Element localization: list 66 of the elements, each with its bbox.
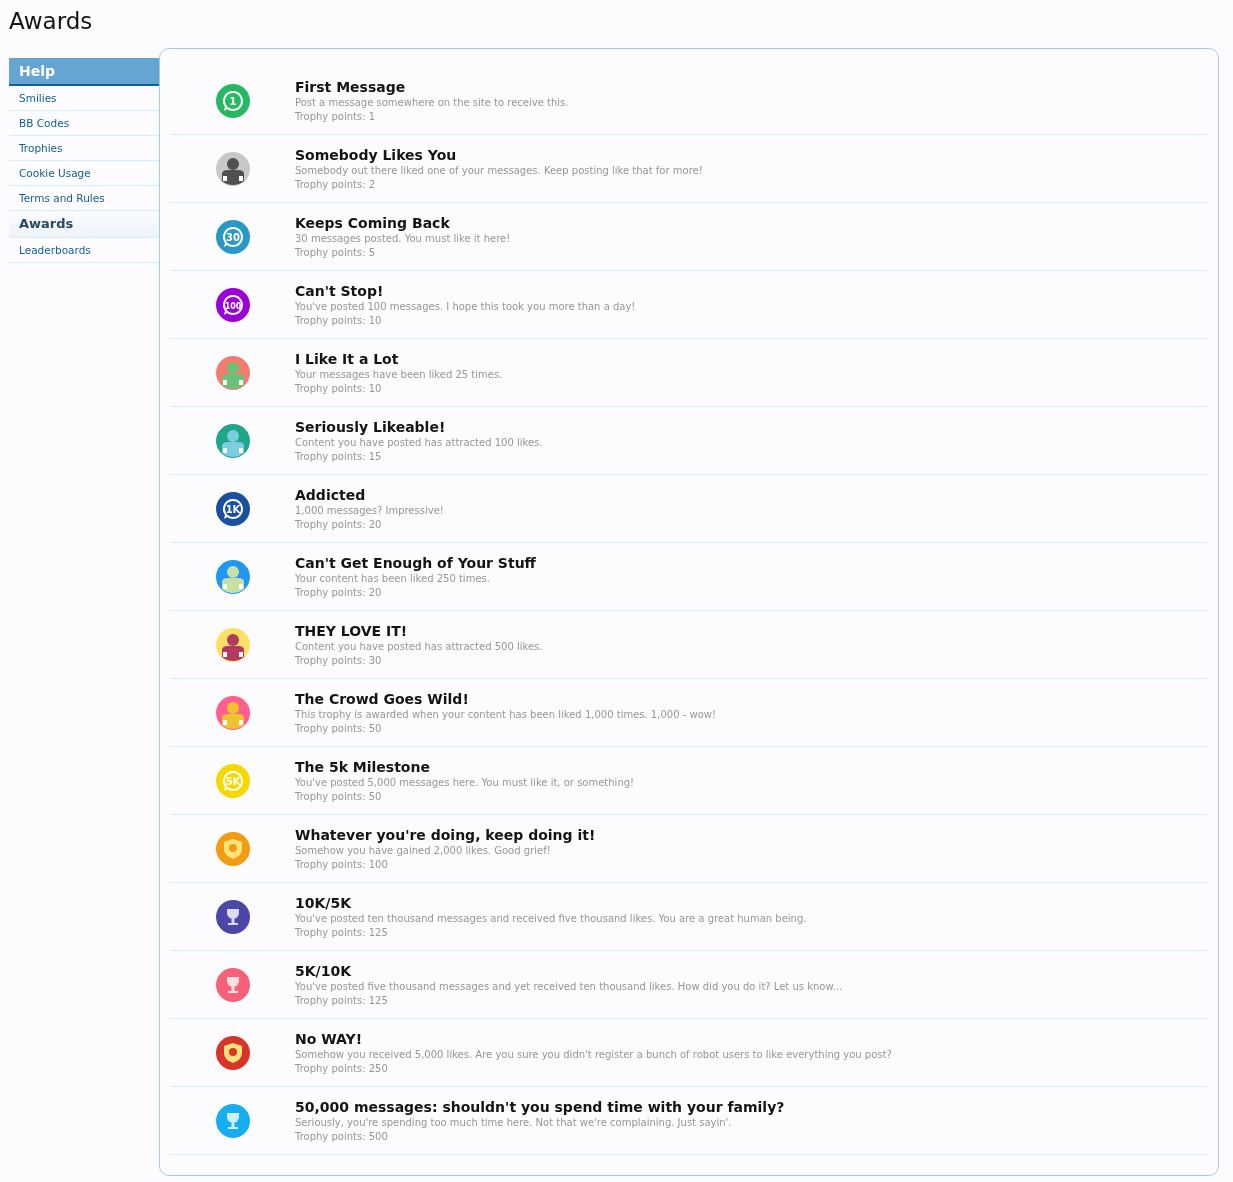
page-title: Awards xyxy=(9,8,94,34)
trophy-title: No WAY! xyxy=(295,1029,364,1048)
person-thumbs-up-icon xyxy=(215,695,250,730)
trophy-title: I Like It a Lot xyxy=(295,349,400,368)
trophy-description: You've posted ten thousand messages and received five thousand likes. You are a great human being. xyxy=(295,911,807,926)
trophy-title: First Message xyxy=(295,77,407,96)
trophy-description: 1,000 messages? Impressive! xyxy=(295,503,444,518)
trophy-description: Seriously, you're spending too much time here. Not that we're complaining. Just sayin'. xyxy=(295,1115,733,1130)
trophy-title: The Crowd Goes Wild! xyxy=(295,689,470,708)
trophy-title: Can't Stop! xyxy=(295,281,385,300)
trophy-description: You've posted five thousand messages and yet received ten thousand likes. How did you do it? Let us know... xyxy=(295,979,843,994)
trophy-title: Seriously Likeable! xyxy=(295,417,447,436)
message-badge-icon: 5K xyxy=(215,763,250,798)
sidebar-heading: Help xyxy=(9,58,159,86)
trophy-points: Trophy points: 500 xyxy=(295,1129,389,1144)
trophy-title: Keeps Coming Back xyxy=(295,213,451,232)
person-thumbs-up-icon xyxy=(215,627,250,662)
trophy-points: Trophy points: 10 xyxy=(295,313,383,328)
trophy-description: Somehow you received 5,000 likes. Are you sure you didn't register a bunch of robot users to like everything you post? xyxy=(295,1047,892,1062)
shield-badge-icon xyxy=(215,1035,250,1070)
trophy-description: You've posted 100 messages. I hope this took you more than a day! xyxy=(295,299,636,314)
shield-badge-icon xyxy=(215,831,250,866)
trophy-points: Trophy points: 100 xyxy=(295,857,389,872)
trophy-points: Trophy points: 125 xyxy=(295,925,389,940)
trophy-description: Your messages have been liked 25 times. xyxy=(295,367,503,382)
trophy-points: Trophy points: 20 xyxy=(295,585,383,600)
message-badge-icon: 1 xyxy=(215,83,250,118)
trophy-description: You've posted 5,000 messages here. You must like it, or something! xyxy=(295,775,635,790)
trophy-title: Can't Get Enough of Your Stuff xyxy=(295,553,536,572)
trophy-description: 30 messages posted. You must like it here! xyxy=(295,231,511,246)
trophy-title: Whatever you're doing, keep doing it! xyxy=(295,825,596,844)
person-thumbs-up-icon xyxy=(215,559,250,594)
trophy-icon xyxy=(215,899,250,934)
trophy-icon xyxy=(215,967,250,1002)
trophy-description: Your content has been liked 250 times. xyxy=(295,571,491,586)
person-thumbs-up-icon xyxy=(215,151,250,186)
message-badge-icon: 30 xyxy=(215,219,250,254)
message-badge-icon: 100 xyxy=(215,287,250,322)
trophy-title: Addicted xyxy=(295,485,367,504)
person-thumbs-up-icon xyxy=(215,423,250,458)
trophy-points: Trophy points: 10 xyxy=(295,381,383,396)
trophy-points: Trophy points: 1 xyxy=(295,109,377,124)
trophy-title: The 5k Milestone xyxy=(295,757,431,776)
trophy-description: Somebody out there liked one of your messages. Keep posting like that for more! xyxy=(295,163,703,178)
trophy-description: Post a message somewhere on the site to receive this. xyxy=(295,95,569,110)
trophy-description: Content you have posted has attracted 500 likes. xyxy=(295,639,543,654)
message-badge-icon: 1K xyxy=(215,491,250,526)
trophy-title: 10K/5K xyxy=(295,893,353,912)
trophy-icon xyxy=(215,1103,250,1138)
trophy-points: Trophy points: 50 xyxy=(295,789,383,804)
trophy-points: Trophy points: 2 xyxy=(295,177,377,192)
trophy-points: Trophy points: 5 xyxy=(295,245,377,260)
trophy-points: Trophy points: 15 xyxy=(295,449,383,464)
person-thumbs-up-icon xyxy=(215,355,250,390)
trophy-points: Trophy points: 20 xyxy=(295,517,383,532)
trophy-points: Trophy points: 250 xyxy=(295,1061,389,1076)
trophy-title: 5K/10K xyxy=(295,961,353,980)
trophy-points: Trophy points: 50 xyxy=(295,721,383,736)
trophy-description: Content you have posted has attracted 100 likes. xyxy=(295,435,543,450)
trophy-description: This trophy is awarded when your content has been liked 1,000 times. 1,000 - wow! xyxy=(295,707,716,722)
trophy-title: 50,000 messages: shouldn't you spend time with your family? xyxy=(295,1097,785,1116)
trophy-title: THEY LOVE IT! xyxy=(295,621,409,640)
trophy-points: Trophy points: 125 xyxy=(295,993,389,1008)
trophy-points: Trophy points: 30 xyxy=(295,653,383,668)
trophy-description: Somehow you have gained 2,000 likes. Good grief! xyxy=(295,843,552,858)
trophy-title: Somebody Likes You xyxy=(295,145,458,164)
